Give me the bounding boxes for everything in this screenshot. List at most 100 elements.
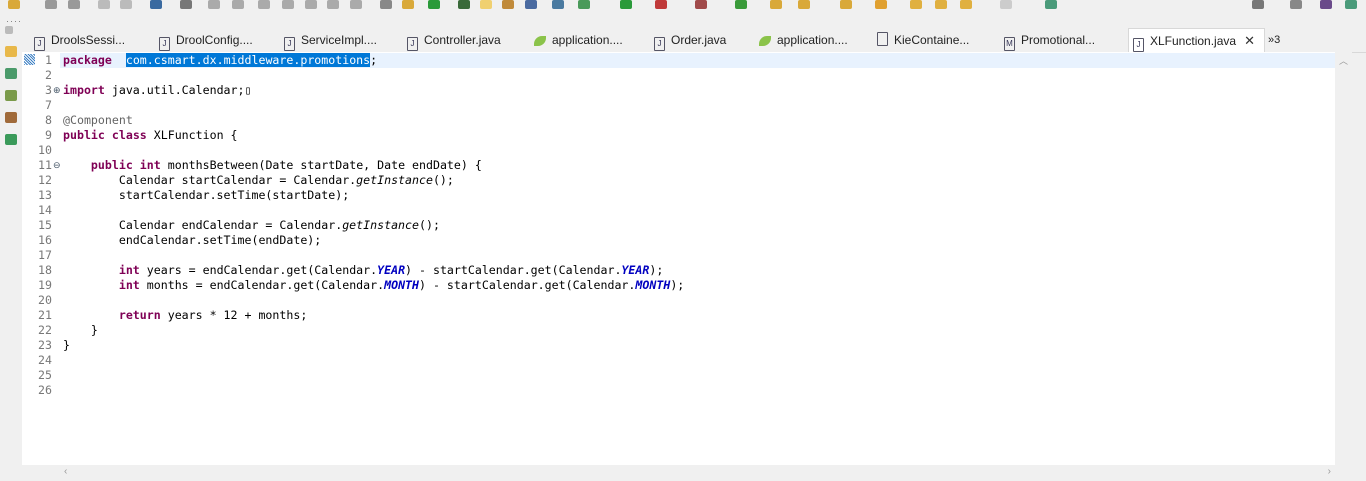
line-number: 1: [45, 53, 52, 67]
hierarchy-icon[interactable]: [5, 134, 17, 145]
code-token: class: [111, 128, 147, 142]
toolbar-button-icon[interactable]: [98, 0, 110, 9]
tab-4[interactable]: application....: [530, 28, 623, 52]
code-token: int: [118, 278, 140, 292]
toolbar-button-icon[interactable]: [428, 0, 440, 9]
java-file-icon: J: [34, 37, 45, 51]
toolbar-button-icon[interactable]: [1252, 0, 1264, 9]
toolbar-button-icon[interactable]: [380, 0, 392, 9]
code-token: monthsBetween(Date startDate, Date endDa…: [160, 158, 482, 172]
code-line[interactable]: startCalendar.setTime(startDate);: [63, 188, 349, 203]
toolbar-button-icon[interactable]: [960, 0, 972, 9]
tab-8[interactable]: M Promotional...: [1000, 28, 1095, 52]
tab-overflow-button[interactable]: »3: [1268, 28, 1280, 52]
toolbar-button-icon[interactable]: [735, 0, 747, 9]
toolbar-button-icon[interactable]: [770, 0, 782, 9]
toolbar-button-icon[interactable]: [180, 0, 192, 9]
variables-icon[interactable]: [5, 90, 17, 101]
toolbar-button-icon[interactable]: [1290, 0, 1302, 9]
toolbar-button-icon[interactable]: [305, 0, 317, 9]
toolbar-button-icon[interactable]: [1320, 0, 1332, 9]
toolbar-button-icon[interactable]: [798, 0, 810, 9]
java-file-icon: J: [159, 37, 170, 51]
scroll-left-icon[interactable]: ‹: [64, 466, 67, 477]
code-line[interactable]: endCalendar.setTime(endDate);: [63, 233, 321, 248]
code-token: );: [670, 278, 685, 292]
tab-label: Order.java: [671, 33, 727, 47]
line-number: 22: [38, 323, 52, 337]
tab-2[interactable]: J ServiceImpl....: [280, 28, 377, 52]
toolbar-button-icon[interactable]: [68, 0, 80, 9]
toolbar-button-icon[interactable]: [1345, 0, 1357, 9]
line-number: 19: [38, 278, 52, 292]
line-number: 18: [38, 263, 52, 277]
code-line[interactable]: Calendar endCalendar = Calendar.getInsta…: [63, 218, 440, 233]
toolbar-button-icon[interactable]: [840, 0, 852, 9]
toolbar-button-icon[interactable]: [910, 0, 922, 9]
tab-1[interactable]: J DroolConfig....: [155, 28, 253, 52]
toolbar-button-icon[interactable]: [502, 0, 514, 9]
close-tab-icon[interactable]: ✕: [1244, 33, 1255, 48]
collapse-fold-icon[interactable]: ⊖: [53, 160, 61, 171]
scroll-right-icon[interactable]: ›: [1328, 466, 1331, 477]
line-number: 20: [38, 293, 52, 307]
vertical-scrollbar[interactable]: ︿: [1335, 52, 1352, 465]
code-line[interactable]: }: [63, 323, 98, 338]
tab-5[interactable]: J Order.java: [650, 28, 726, 52]
line-number: 10: [38, 143, 52, 157]
tab-label: DroolsSessi...: [51, 33, 126, 47]
tab-9[interactable]: J XLFunction.java ✕: [1128, 28, 1265, 53]
line-number: 3: [45, 83, 52, 97]
code-line[interactable]: public int monthsBetween(Date startDate,…: [63, 158, 482, 173]
toolbar-button-icon[interactable]: [208, 0, 220, 9]
outline-icon[interactable]: [5, 112, 17, 123]
code-line[interactable]: int years = endCalendar.get(Calendar.YEA…: [63, 263, 663, 278]
code-editor[interactable]: 1 package com.csmart.dx.middleware.promot…: [22, 52, 1335, 465]
toolbar-button-icon[interactable]: [1045, 0, 1057, 9]
toolbar-button-icon[interactable]: [935, 0, 947, 9]
toolbar-button-icon[interactable]: [402, 0, 414, 9]
toolbar-button-icon[interactable]: [350, 0, 362, 9]
package-explorer-icon[interactable]: [5, 46, 17, 57]
toolbar-button-icon[interactable]: [327, 0, 339, 9]
code-token: }: [63, 323, 98, 337]
tab-3[interactable]: J Controller.java: [403, 28, 501, 52]
toolbar-button-icon[interactable]: [578, 0, 590, 9]
code-line[interactable]: import java.util.Calendar;▯: [63, 83, 251, 98]
toolbar-button-icon[interactable]: [620, 0, 632, 9]
toolbar-button-icon[interactable]: [282, 0, 294, 9]
tab-7[interactable]: KieContaine...: [873, 28, 969, 52]
code-token: months = endCalendar.get(Calendar.: [139, 278, 385, 292]
code-line[interactable]: return years * 12 + months;: [63, 308, 307, 323]
code-line[interactable]: int months = endCalendar.get(Calendar.MO…: [63, 278, 684, 293]
scroll-up-icon[interactable]: ︿: [1339, 54, 1348, 67]
debug-icon[interactable]: [5, 68, 17, 79]
toolbar-button-icon[interactable]: [45, 0, 57, 9]
restore-icon[interactable]: [5, 26, 13, 34]
toolbar-button-icon[interactable]: [258, 0, 270, 9]
toolbar-button-icon[interactable]: [552, 0, 564, 9]
tab-0[interactable]: J DroolsSessi...: [30, 28, 125, 52]
tab-6[interactable]: application....: [755, 28, 848, 52]
code-line[interactable]: public class XLFunction {: [63, 128, 238, 143]
code-line[interactable]: package com.csmart.dx.middleware.promoti…: [63, 53, 377, 68]
expand-fold-icon[interactable]: ⊕: [53, 85, 61, 96]
code-line[interactable]: Calendar startCalendar = Calendar.getIns…: [63, 173, 454, 188]
toolbar-button-icon[interactable]: [480, 0, 492, 9]
toolbar-button-icon[interactable]: [120, 0, 132, 9]
toolbar-button-icon[interactable]: [8, 0, 20, 9]
code-line[interactable]: }: [63, 338, 70, 353]
toolbar-button-icon[interactable]: [875, 0, 887, 9]
toolbar-button-icon[interactable]: [525, 0, 537, 9]
toolbar-button-icon[interactable]: [695, 0, 707, 9]
spring-leaf-icon: [759, 36, 771, 46]
toolbar-button-icon[interactable]: [655, 0, 667, 9]
horizontal-scrollbar[interactable]: ‹ ›: [60, 465, 1335, 481]
toolbar-button-icon[interactable]: [150, 0, 162, 9]
toolbar-button-icon[interactable]: [458, 0, 470, 9]
code-line[interactable]: @Component: [63, 113, 133, 128]
toolbar-button-icon[interactable]: [1000, 0, 1012, 9]
tab-label: Controller.java: [424, 33, 501, 47]
toolbar-button-icon[interactable]: [232, 0, 244, 9]
